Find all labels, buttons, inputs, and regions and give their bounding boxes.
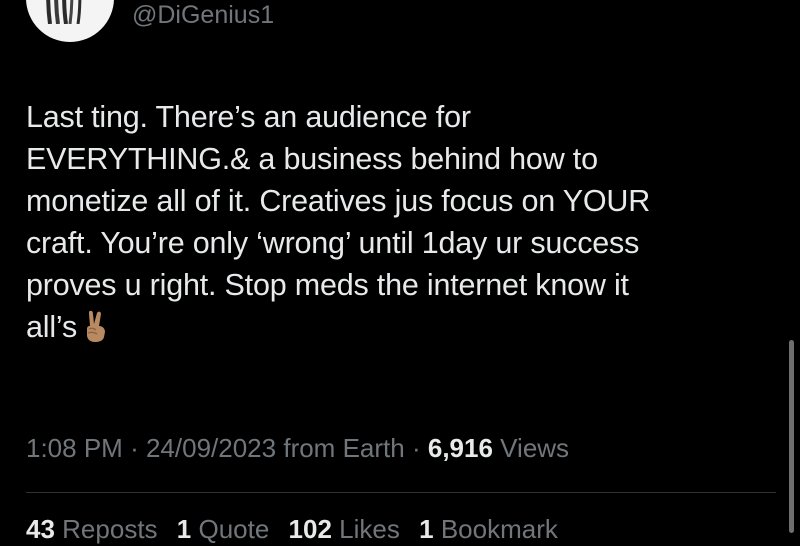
avatar[interactable]: [26, 0, 114, 42]
tweet-line: Last ting. There’s an audience for: [26, 100, 471, 134]
views-label: Views: [500, 433, 570, 463]
quotes-count: 1: [176, 514, 192, 544]
scrollbar[interactable]: [789, 340, 794, 533]
tweet-line: all’s: [26, 310, 77, 344]
likes-label: Likes: [339, 514, 400, 544]
tweet-location: from Earth: [283, 433, 405, 463]
victory-hand-icon: [83, 309, 109, 354]
quotes-label: Quote: [198, 514, 270, 544]
meta-separator: ·: [130, 433, 139, 463]
tweet-text: Last ting. There’s an audience for EVERYT…: [26, 96, 776, 354]
tweet-line: EVERYTHING.& a business behind how to: [26, 142, 598, 176]
quotes-stat[interactable]: 1 Quote: [177, 514, 270, 544]
meta-separator: ·: [411, 433, 421, 463]
reposts-label: Reposts: [62, 514, 158, 544]
views-count: 6,916: [427, 433, 493, 463]
likes-stat[interactable]: 102 Likes: [289, 514, 400, 544]
tweet-line: craft. You’re only ‘wrong’ until 1day ur…: [26, 226, 640, 260]
tweet-date[interactable]: 24/09/2023: [146, 433, 276, 463]
tweet-meta: 1:08 PM · 24/09/2023 from Earth · 6,916 …: [26, 431, 569, 465]
divider: [26, 492, 776, 493]
likes-count: 102: [288, 514, 332, 544]
bookmarks-stat[interactable]: 1 Bookmark: [419, 514, 558, 544]
bookmarks-count: 1: [419, 514, 434, 544]
author-handle[interactable]: @DiGenius1: [132, 0, 274, 30]
tweet-line: monetize all of it. Creatives jus focus …: [26, 184, 651, 218]
avatar-hair-graphic: [46, 0, 82, 24]
tweet-time[interactable]: 1:08 PM: [26, 433, 123, 463]
reposts-stat[interactable]: 43 Reposts: [26, 514, 158, 544]
reposts-count: 43: [26, 514, 55, 544]
bookmarks-label: Bookmark: [440, 514, 558, 544]
engagement-stats: 43 Reposts 1 Quote 102 Likes 1 Bookmark: [26, 512, 558, 546]
tweet-line: proves u right. Stop meds the internet k…: [26, 268, 629, 302]
